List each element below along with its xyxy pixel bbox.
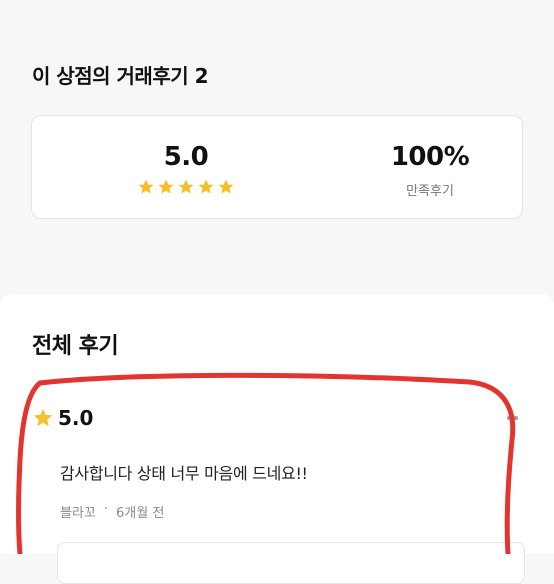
satisfaction-label: 만족후기 [406,184,454,199]
star-icon [138,179,154,194]
all-reviews-section: 전체 후기 5.0 감사합니다 상태 너무 마음에 드네요!! 블라꼬 · 6개… [0,294,554,584]
review-time: 6개월 전 [116,506,165,521]
satisfaction-summary: 100% 만족후기 [330,116,530,218]
rating-stars [137,178,235,196]
star-icon [33,408,53,427]
review-text: 감사합니다 상태 너무 마음에 드네요!! [60,464,308,483]
review-author[interactable]: 블라꼬 [60,502,96,521]
all-reviews-title: 전체 후기 [32,334,119,359]
star-icon [158,179,174,194]
review-meta: 블라꼬 · 6개월 전 [60,502,164,521]
review-rating-row: 5.0 [32,406,93,430]
store-review-summary-section: 이 상점의 거래후기 2 5.0 100% 만족후기 [0,0,554,282]
review-item-partial[interactable] [57,542,525,584]
summary-card: 5.0 100% 만족후기 [31,115,523,219]
review-rating: 5.0 [58,406,94,430]
rating-summary: 5.0 [86,116,286,218]
star-icon [178,179,194,194]
average-rating: 5.0 [163,142,209,172]
meta-separator: · [103,502,109,517]
more-options-icon[interactable] [498,406,526,430]
star-icon [218,179,234,194]
satisfaction-percent: 100% [390,142,470,172]
section-title: 이 상점의 거래후기 2 [32,64,209,88]
star-icon [198,179,214,194]
